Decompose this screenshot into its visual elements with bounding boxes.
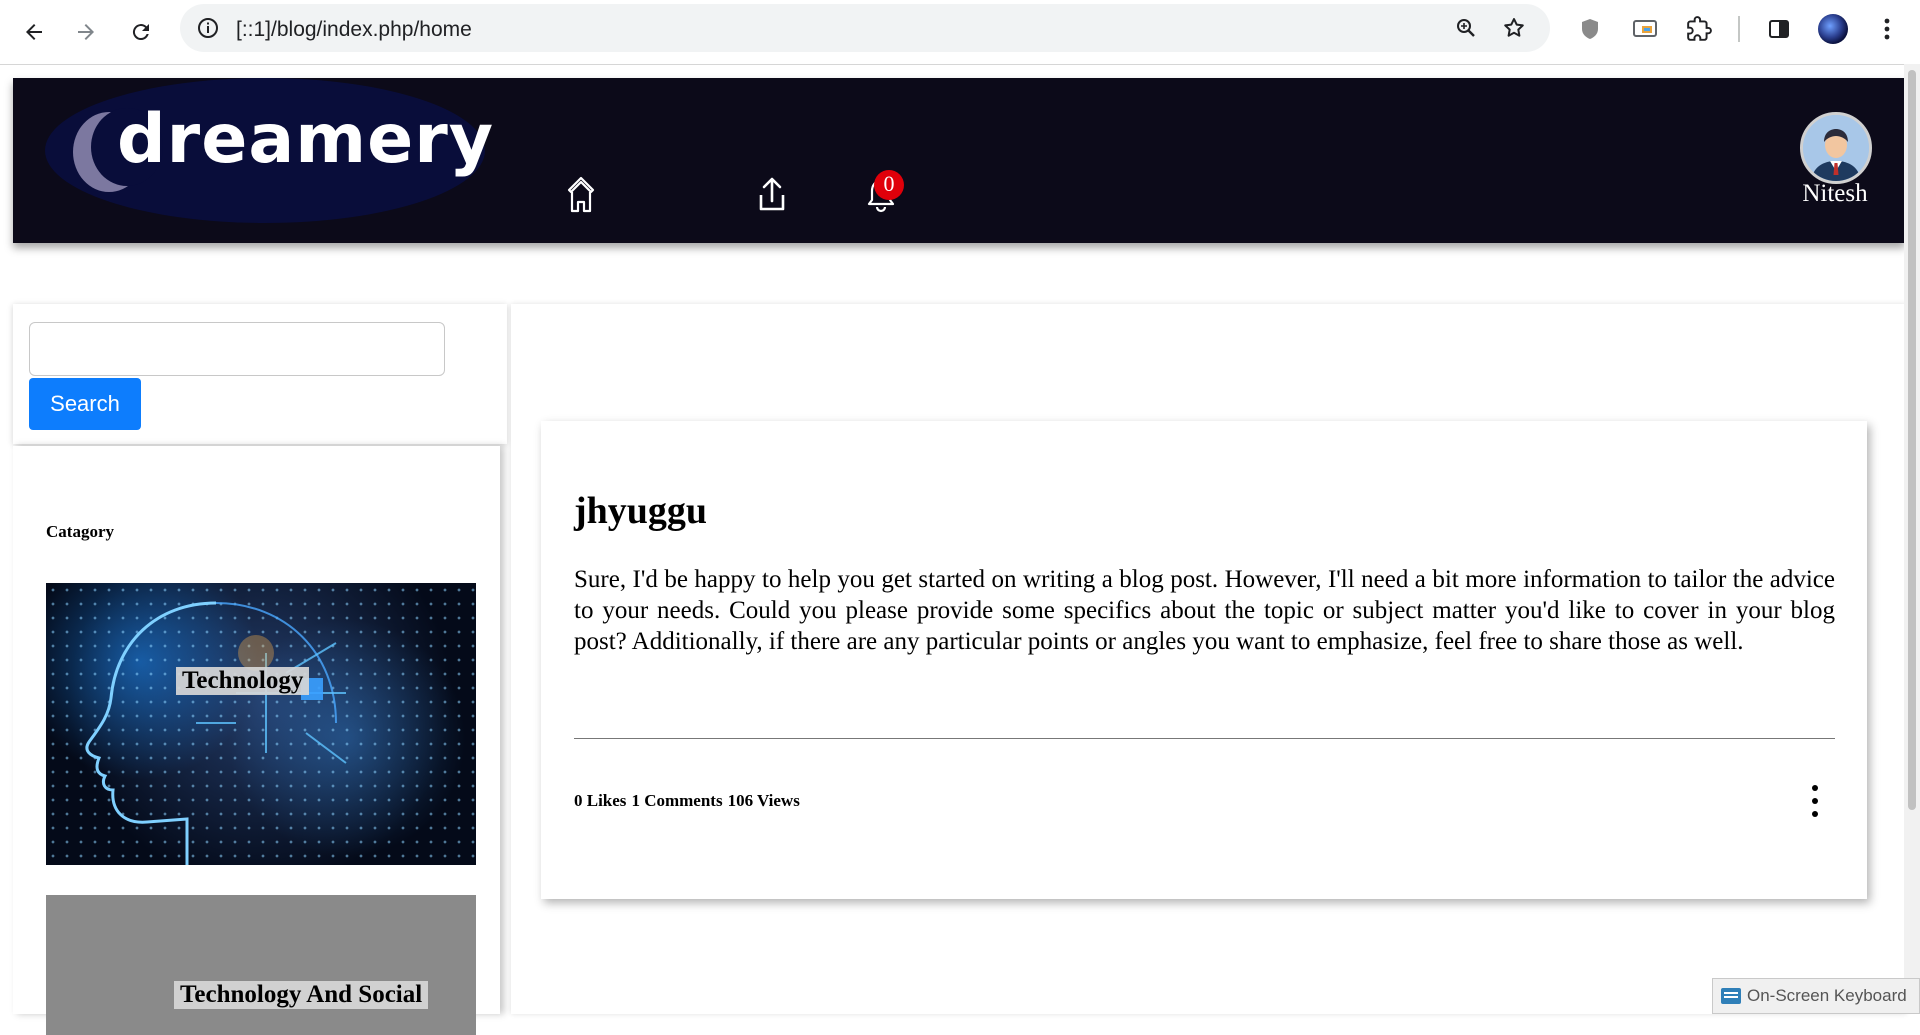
forward-icon <box>78 24 94 40</box>
comments-count[interactable]: 1 Comments <box>631 791 722 810</box>
views-count: 106 Views <box>727 791 800 810</box>
ai-head-illustration <box>85 601 347 865</box>
osk-label: On-Screen Keyboard <box>1747 986 1907 1005</box>
on-screen-keyboard-button[interactable]: On-Screen Keyboard <box>1712 978 1920 1014</box>
site-info-icon[interactable] <box>196 16 220 40</box>
post-divider <box>574 738 1835 739</box>
user-name[interactable]: Nitesh <box>1790 180 1880 208</box>
back-button[interactable] <box>14 12 54 52</box>
reload-icon <box>132 24 149 41</box>
toolbar-divider <box>1738 16 1740 42</box>
side-panel-icon[interactable] <box>1764 14 1794 44</box>
likes-count[interactable]: 0 Likes <box>574 791 626 810</box>
menu-dots-icon[interactable] <box>1872 14 1902 44</box>
post-card: jhyuggu Sure, I'd be happy to help you g… <box>541 421 1867 899</box>
category-panel: Catagory Technology Technology And Socia… <box>13 446 500 1035</box>
cast-icon[interactable] <box>1630 14 1660 44</box>
zoom-icon[interactable] <box>1454 16 1478 40</box>
search-panel: Search <box>13 304 507 444</box>
user-avatar[interactable] <box>1800 112 1872 184</box>
home-icon[interactable] <box>561 173 601 217</box>
site-header: dreamery <box>13 78 1905 243</box>
address-bar[interactable]: [::1]/blog/index.php/home <box>180 4 1550 52</box>
scrollbar-thumb[interactable] <box>1908 70 1916 810</box>
keyboard-icon <box>1721 988 1741 1004</box>
post-menu-icon[interactable] <box>1802 785 1828 817</box>
url-text[interactable]: [::1]/blog/index.php/home <box>236 18 472 42</box>
notification-badge[interactable]: 0 <box>874 170 904 200</box>
browser-toolbar: [::1]/blog/index.php/home <box>0 0 1920 65</box>
post-body: Sure, I'd be happy to help you get start… <box>574 566 1835 655</box>
category-label: Technology <box>176 667 310 695</box>
site-logo[interactable]: dreamery <box>45 78 493 223</box>
upload-icon[interactable] <box>752 173 792 217</box>
back-icon <box>26 24 42 40</box>
shield-extension-icon[interactable] <box>1575 14 1605 44</box>
category-label: Technology And Social <box>174 981 429 1009</box>
forward-button[interactable] <box>66 12 106 52</box>
reload-button[interactable] <box>121 12 161 52</box>
bookmark-star-icon[interactable] <box>1502 16 1526 40</box>
logo-text: dreamery <box>117 100 495 179</box>
category-card-technology[interactable]: Technology <box>46 583 476 865</box>
post-title[interactable]: jhyuggu <box>574 489 707 533</box>
extensions-puzzle-icon[interactable] <box>1684 14 1714 44</box>
profile-avatar[interactable] <box>1818 14 1848 44</box>
search-input[interactable] <box>29 322 445 376</box>
category-heading: Catagory <box>46 522 114 541</box>
category-card-technology-and-social[interactable]: Technology And Social <box>46 895 476 1035</box>
post-stats: 0 Likes 1 Comments 106 Views <box>574 791 805 811</box>
search-button[interactable]: Search <box>29 378 141 430</box>
